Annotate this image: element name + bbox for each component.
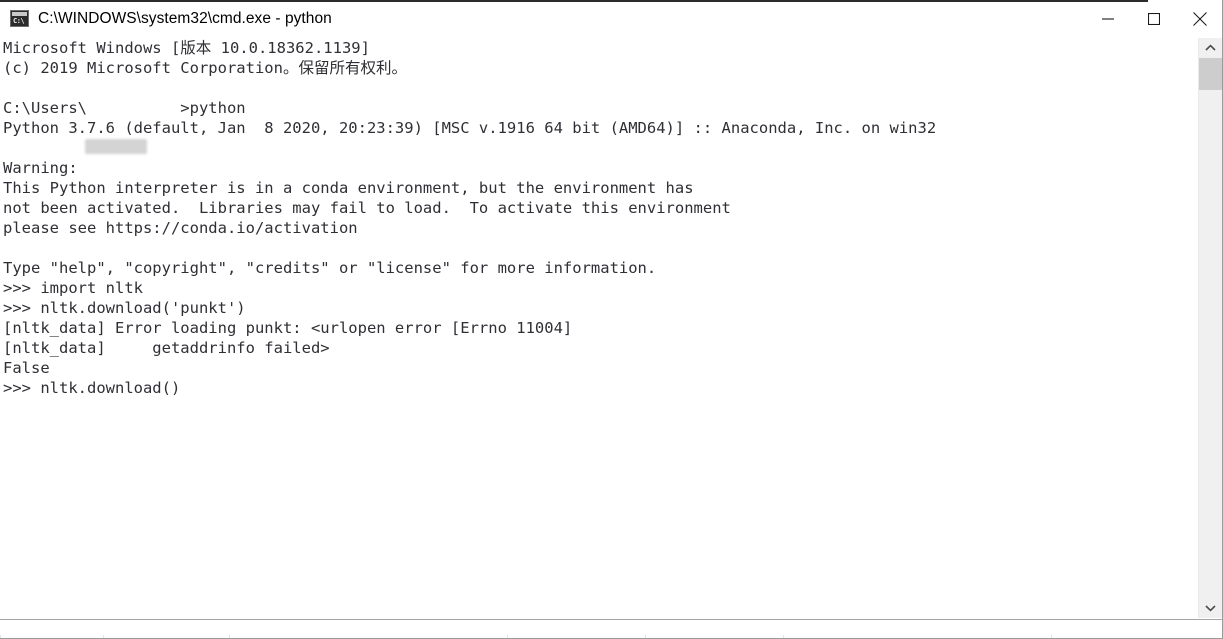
below-window-area <box>0 620 1222 638</box>
console-line: [nltk_data] Error loading punkt: <urlope… <box>3 319 573 337</box>
console-line: >>> nltk.download('punkt') <box>3 299 246 317</box>
vertical-scrollbar[interactable] <box>1198 38 1222 618</box>
console-line: C:\Users\ >python <box>3 99 246 117</box>
cmd-icon: C:\ <box>10 10 29 27</box>
console-text: Microsoft Windows [版本 10.0.18362.1139] (c… <box>3 38 936 398</box>
console-line: [nltk_data] getaddrinfo failed> <box>3 339 330 357</box>
title-bar[interactable]: C:\ C:\WINDOWS\system32\cmd.exe - python <box>0 0 1222 38</box>
tick-mark <box>1051 635 1052 638</box>
console-line: False <box>3 359 50 377</box>
console-line: please see https://conda.io/activation <box>3 219 358 237</box>
window-title: C:\WINDOWS\system32\cmd.exe - python <box>38 9 332 27</box>
cmd-icon-titlebar <box>12 12 27 16</box>
console-line: not been activated. Libraries may fail t… <box>3 199 731 217</box>
minimize-button[interactable] <box>1085 0 1131 38</box>
console-line: >>> import nltk <box>3 279 143 297</box>
console-line: (c) 2019 Microsoft Corporation。保留所有权利。 <box>3 59 407 77</box>
scroll-up-arrow-icon[interactable] <box>1199 38 1222 58</box>
console-line: Microsoft Windows [版本 10.0.18362.1139] <box>3 39 370 57</box>
tick-mark <box>103 635 104 638</box>
console-line: Warning: <box>3 159 78 177</box>
tick-mark <box>507 635 508 638</box>
cmd-console-window: C:\ C:\WINDOWS\system32\cmd.exe - python <box>0 0 1223 639</box>
redacted-username-block <box>85 139 147 154</box>
console-line: >>> nltk.download() <box>3 379 181 397</box>
maximize-button[interactable] <box>1131 0 1177 38</box>
console-line: This Python interpreter is in a conda en… <box>3 179 694 197</box>
close-button[interactable] <box>1177 0 1222 38</box>
console-line: Type "help", "copyright", "credits" or "… <box>3 259 657 277</box>
tick-mark <box>0 635 1 638</box>
scroll-down-arrow-icon[interactable] <box>1199 598 1222 618</box>
cmd-icon-prompt-text: C:\ <box>13 17 25 25</box>
scrollbar-track[interactable] <box>1199 90 1222 598</box>
tick-mark <box>229 635 230 638</box>
scrollbar-thumb[interactable] <box>1199 58 1222 90</box>
tick-mark <box>783 635 784 638</box>
tick-mark <box>645 635 646 638</box>
window-controls <box>1085 0 1222 38</box>
console-line: Python 3.7.6 (default, Jan 8 2020, 20:23… <box>3 119 937 137</box>
console-output-area[interactable]: Microsoft Windows [版本 10.0.18362.1139] (c… <box>0 38 1199 618</box>
